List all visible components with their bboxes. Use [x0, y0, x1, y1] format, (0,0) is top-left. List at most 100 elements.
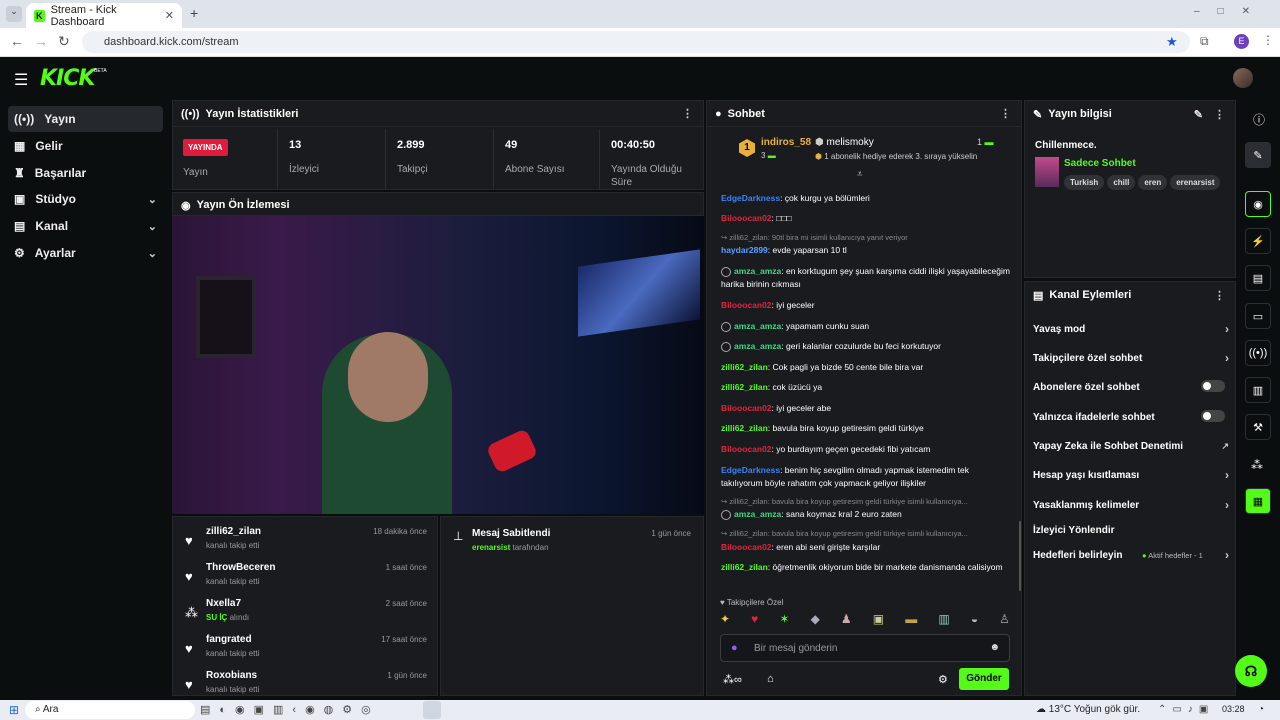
chat-settings-icon[interactable]: ⚙ — [938, 673, 948, 686]
tag[interactable]: Turkish — [1064, 175, 1105, 190]
chat-scrollbar[interactable] — [1019, 521, 1021, 591]
rail-edit-button[interactable]: ✎ — [1245, 142, 1271, 168]
gift-user-name[interactable]: melismoky — [827, 137, 874, 148]
emote-icon[interactable]: ▬ — [905, 612, 917, 628]
support-chat-button[interactable]: ☊ — [1235, 655, 1267, 687]
chat-username[interactable]: Bilooocan02 — [721, 300, 772, 310]
forward-icon[interactable]: → — [34, 33, 48, 49]
sidebar-item-ayarlar[interactable]: ⚙ Ayarlar ⌄ — [8, 240, 163, 266]
chat-username[interactable]: zilli62_zilan — [721, 382, 768, 392]
tray-icons[interactable]: ⌃▭♪▣ — [1158, 704, 1214, 715]
browser-menu-icon[interactable]: ⋮ — [1262, 33, 1274, 47]
heart-emote-icon[interactable]: ♥ — [751, 612, 758, 628]
action-raid[interactable]: İzleyici Yönlendir — [1033, 525, 1229, 536]
action-slow-mode[interactable]: Yavaş mod › — [1033, 322, 1229, 336]
rail-chat-button[interactable]: ▭ — [1245, 303, 1271, 329]
taskbar-search[interactable]: ⌕ Ara — [25, 701, 195, 719]
emoji-icon[interactable]: ☻ — [989, 642, 1000, 653]
chat-username[interactable]: amza_amza — [734, 321, 781, 331]
expand-icon[interactable]: ⩡ — [857, 169, 863, 180]
weather-widget[interactable]: ☁ 13°C Yoğun gök gür. — [1036, 704, 1140, 715]
new-tab-button[interactable]: + — [190, 5, 198, 21]
reload-icon[interactable]: ↻ — [58, 33, 70, 50]
chat-username[interactable]: EdgeDarkness — [721, 465, 780, 475]
chat-username[interactable]: EdgeDarkness — [721, 193, 780, 203]
emote-icon[interactable]: ✶ — [779, 612, 789, 628]
emote-icon[interactable]: ▣ — [873, 612, 884, 628]
kebab-menu-icon[interactable]: ⋮ — [1214, 289, 1225, 302]
edit-icon[interactable]: ✎ — [1194, 108, 1203, 121]
tag[interactable]: eren — [1138, 175, 1168, 190]
user-avatar[interactable] — [1233, 68, 1253, 88]
chat-username[interactable]: zilli62_zilan — [721, 562, 768, 572]
send-button[interactable]: Gönder — [959, 668, 1009, 690]
close-tab-icon[interactable]: ✕ — [165, 9, 174, 22]
taskbar-apps[interactable]: ▤◐◉▣▥‹◉◍⚙◎ — [200, 703, 380, 716]
microphone-icon[interactable]: ● — [731, 642, 738, 654]
extensions-icon[interactable]: ⧉ — [1200, 34, 1209, 49]
profile-avatar[interactable]: E — [1234, 34, 1249, 49]
action-followers-only[interactable]: Takipçilere özel sohbet › — [1033, 351, 1229, 365]
chat-username[interactable]: amza_amza — [734, 341, 781, 351]
chat-username[interactable]: zilli62_zilan — [721, 362, 768, 372]
url-field[interactable]: dashboard.kick.com/stream — [82, 31, 1190, 53]
chat-username[interactable]: amza_amza — [734, 266, 781, 276]
chat-username[interactable]: Bilooocan02 — [721, 444, 772, 454]
chat-username[interactable]: Bilooocan02 — [721, 542, 772, 552]
hamburger-menu-icon[interactable]: ☰ — [14, 70, 28, 90]
action-banned-words[interactable]: Yasaklanmış kelimeler › — [1033, 498, 1229, 512]
chat-username[interactable]: amza_amza — [734, 509, 781, 519]
info-icon[interactable]: ⓘ — [1253, 111, 1265, 128]
action-account-age[interactable]: Hesap yaşı kısıtlaması › — [1033, 468, 1229, 482]
category-name[interactable]: Sadece Sohbet — [1064, 158, 1136, 169]
tag[interactable]: chill — [1107, 175, 1136, 190]
chat-username[interactable]: Bilooocan02 — [721, 403, 772, 413]
rail-lightning-button[interactable]: ⚡ — [1245, 228, 1271, 254]
back-icon[interactable]: ← — [10, 33, 24, 49]
toggle-switch[interactable] — [1201, 410, 1225, 422]
tag[interactable]: erenarsist — [1170, 175, 1221, 190]
window-controls[interactable]: –□✕ — [1194, 6, 1268, 17]
action-ai-moderation[interactable]: Yapay Zeka ile Sohbet Denetimi ↗ — [1033, 441, 1229, 452]
spotify-taskbar-icon[interactable] — [423, 701, 441, 719]
browser-tab[interactable]: K Stream - Kick Dashboard ✕ — [26, 3, 182, 28]
kebab-menu-icon[interactable]: ⋮ — [1214, 108, 1225, 121]
rail-notes-button[interactable]: ▤ — [1245, 265, 1271, 291]
tab-list-button[interactable]: ⌄ — [6, 6, 22, 22]
kebab-menu-icon[interactable]: ⋮ — [682, 107, 693, 120]
sidebar-item-studyo[interactable]: ▣ Stüdyo ⌄ — [8, 186, 163, 212]
kick-logo[interactable]: KICK — [40, 66, 95, 91]
toggle-switch[interactable] — [1201, 380, 1225, 392]
sidebar-item-gelir[interactable]: ▦ Gelir — [8, 133, 163, 159]
rail-tools-button[interactable]: ⚒ — [1245, 414, 1271, 440]
dots-icon[interactable]: ⁂ — [1251, 458, 1263, 472]
sidebar-item-basarilar[interactable]: ♜ Başarılar — [8, 160, 163, 186]
chat-username[interactable]: zilli62_zilan — [721, 423, 768, 433]
emote-icon[interactable]: ▥ — [938, 612, 949, 628]
rail-clips-button[interactable]: ▦ — [1245, 488, 1271, 514]
emote-icon[interactable]: ♟ — [841, 612, 852, 628]
rail-broadcast-button[interactable]: ((•)) — [1245, 340, 1271, 366]
windows-start-icon[interactable]: ⊞ — [9, 703, 19, 717]
rail-preview-button[interactable]: ◉ — [1245, 191, 1271, 217]
pinned-by-user[interactable]: erenarsist — [472, 543, 510, 552]
bookmark-star-icon[interactable]: ★ — [1166, 34, 1178, 50]
sidebar-item-kanal[interactable]: ▤ Kanal ⌄ — [8, 213, 163, 239]
stream-preview[interactable] — [172, 216, 704, 514]
emote-icon[interactable]: ♙ — [999, 612, 1010, 628]
top-gifter-name[interactable]: indiros_58 — [761, 137, 811, 148]
kebab-menu-icon[interactable]: ⋮ — [1000, 107, 1011, 120]
points-icon[interactable]: ⁂∞ — [723, 673, 742, 686]
rail-layout-button[interactable]: ▥ — [1245, 377, 1271, 403]
notification-icon[interactable]: ◔ — [1258, 704, 1264, 715]
chat-message: EdgeDarkness: benim hiç sevgilim olmadı … — [721, 464, 1011, 490]
action-goals[interactable]: Hedefleri belirleyin ● Aktif hedefler - 1… — [1033, 548, 1229, 562]
chat-input[interactable]: ● Bir mesaj gönderin ☻ — [720, 634, 1010, 662]
emote-icon[interactable]: ◒ — [971, 612, 978, 628]
chat-username[interactable]: haydar2899 — [721, 245, 768, 255]
emote-icon[interactable]: ◆ — [811, 612, 820, 628]
emote-icon[interactable]: ✦ — [720, 612, 730, 628]
chat-username[interactable]: Bilooocan02 — [721, 213, 772, 223]
store-icon[interactable]: ⌂ — [767, 673, 774, 685]
sidebar-item-yayin[interactable]: ((•)) Yayın — [8, 106, 163, 132]
